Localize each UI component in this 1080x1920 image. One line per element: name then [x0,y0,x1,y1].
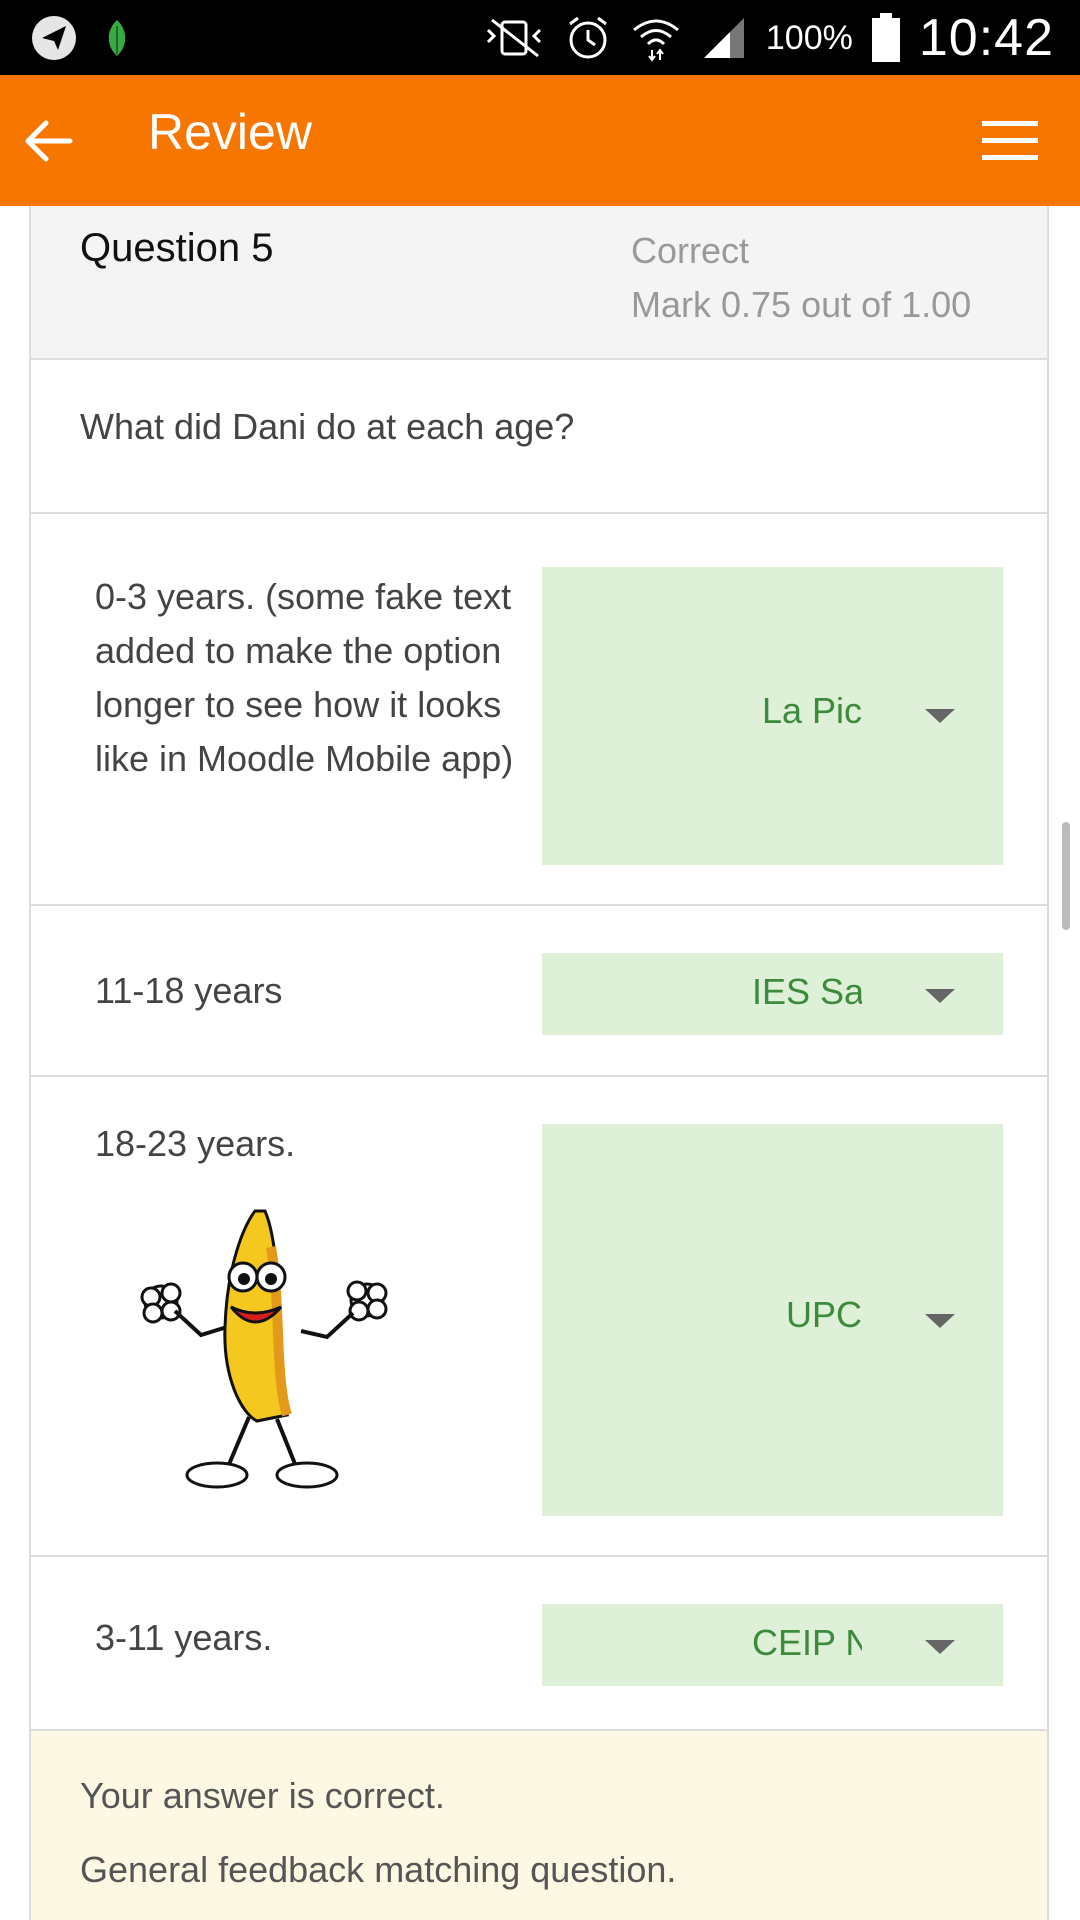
selected-answer: UPC [785,1294,862,1335]
answer-select[interactable]: La Pic [542,567,1003,865]
selected-answer: CEIP N [752,1622,862,1663]
status-bar: 100% 10:42 [0,0,1080,75]
selected-answer: La Pic [761,690,862,731]
dropdown-caret-icon [925,1640,955,1654]
scrollbar[interactable] [1062,822,1070,930]
answer-select[interactable]: CEIP N [542,1604,1003,1686]
clock: 10:42 [918,9,1054,67]
match-row: 11-18 years IES Sa [29,906,1049,1077]
match-label: 18-23 years. [95,1123,296,1164]
dropdown-caret-icon [925,1314,955,1328]
match-label: 0-3 years. (some fake text added to make… [95,576,514,779]
selected-answer: IES Sa [752,971,862,1012]
vibrate-mute-icon [486,18,541,58]
dancing-banana-image [140,1209,388,1489]
answer-select[interactable]: IES Sa [542,953,1003,1035]
leaf-icon [108,20,126,56]
feedback-box: Your answer is correct. General feedback… [29,1729,1049,1920]
dropdown-caret-icon [925,989,955,1003]
signal-icon [703,18,744,58]
page-title: Review [148,104,312,160]
answer-select[interactable]: UPC [542,1124,1003,1516]
question-mark: Mark 0.75 out of 1.00 [631,284,972,325]
match-label: 11-18 years [95,970,283,1011]
question-number: Question 5 [80,226,274,270]
question-text-block: What did Dani do at each age? [29,360,1049,514]
battery-percent: 100% [765,18,853,57]
review-content[interactable]: Question 5 Correct Mark 0.75 out of 1.00… [0,206,1080,1920]
dropdown-caret-icon [925,709,955,723]
match-row: 18-23 years. UPC [29,1077,1049,1557]
match-row: 0-3 years. (some fake text added to make… [29,514,1049,906]
alarm-icon [568,16,607,59]
question-status: Correct [631,230,750,271]
hamburger-menu-icon[interactable] [980,117,1040,165]
wifi-icon [632,19,679,62]
question-header: Question 5 Correct Mark 0.75 out of 1.00 [29,206,1049,360]
navigation-icon [32,16,76,60]
question-state: Correct Mark 0.75 out of 1.00 [631,224,971,332]
general-feedback: General feedback matching question. [80,1849,677,1890]
feedback-result: Your answer is correct. [80,1775,445,1816]
back-arrow-icon[interactable] [18,111,78,171]
match-row: 3-11 years. CEIP N [29,1557,1049,1729]
match-label: 3-11 years. [95,1617,273,1658]
question-text: What did Dani do at each age? [80,406,575,447]
battery-icon [871,13,900,62]
app-bar: Review [0,75,1080,206]
